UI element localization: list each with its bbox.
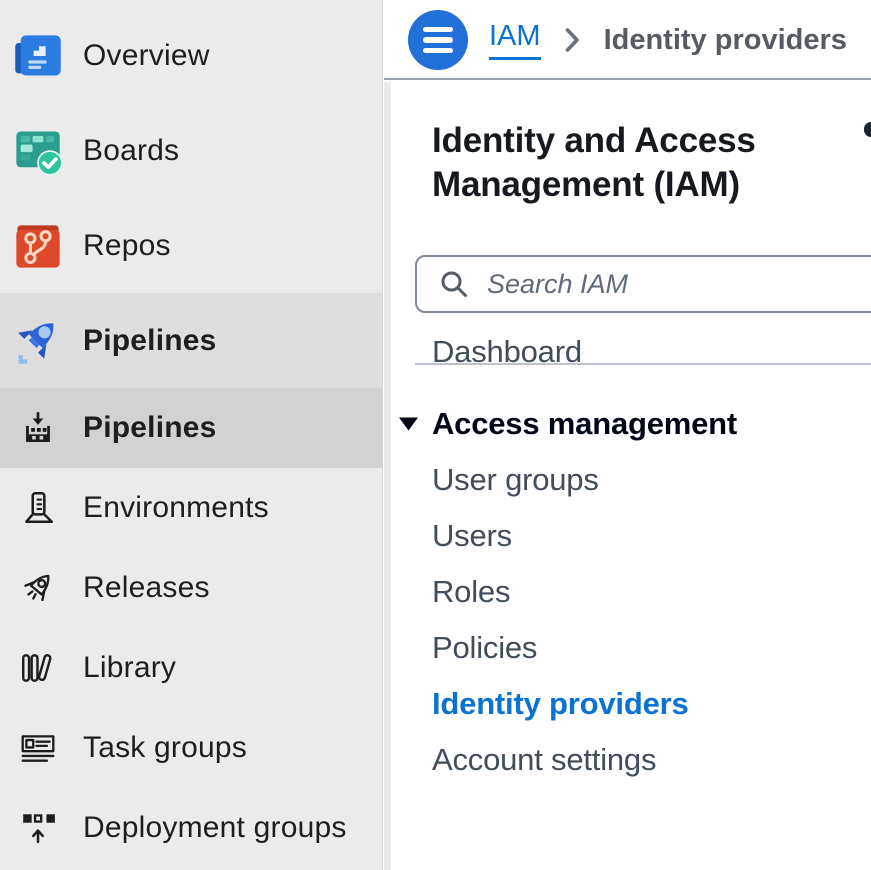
console-header: IAM Identity providers (384, 0, 871, 80)
nav-section-access-management[interactable]: Access management (384, 396, 871, 452)
deployment-groups-icon (6, 809, 70, 847)
triangle-down-icon (398, 416, 419, 432)
sidebar-item-pipelines-selected[interactable]: Pipelines (0, 388, 382, 468)
nav-item-roles[interactable]: Roles (384, 564, 871, 620)
app-window: Overview Boards (0, 0, 871, 870)
pipelines-build-icon (6, 409, 70, 447)
sidebar-item-label: Task groups (83, 731, 247, 765)
nav-item-identity-providers[interactable]: Identity providers (384, 676, 871, 732)
sidebar-item-deployment-groups[interactable]: Deployment groups (0, 788, 382, 868)
sidebar-item-pipelines[interactable]: Pipelines (0, 293, 382, 388)
nav-item-account-settings[interactable]: Account settings (384, 732, 871, 788)
iam-console-panel: IAM Identity providers Identity and Acce… (384, 0, 871, 870)
releases-icon (6, 569, 70, 607)
project-sidebar: Overview Boards (0, 0, 383, 870)
task-groups-icon (6, 729, 70, 767)
breadcrumb-iam-link[interactable]: IAM (489, 20, 541, 60)
sidebar-item-label: Library (83, 651, 176, 685)
iam-nav-panel: Identity and Access Management (IAM) Das… (384, 82, 871, 870)
sidebar-item-label: Environments (83, 491, 269, 525)
sidebar-item-releases[interactable]: Releases (0, 548, 382, 628)
boards-icon (6, 125, 70, 177)
nav-item-users[interactable]: Users (384, 508, 871, 564)
sidebar-item-label: Deployment groups (83, 811, 347, 845)
sidebar-item-label: Repos (83, 229, 171, 263)
sidebar-item-repos[interactable]: Repos (0, 198, 382, 293)
breadcrumb: IAM Identity providers (489, 0, 847, 80)
iam-nav-list: Dashboard Access management User groups … (384, 324, 871, 788)
search-box[interactable] (415, 255, 871, 313)
overview-icon (6, 30, 70, 82)
menu-button[interactable] (408, 10, 468, 70)
sidebar-item-label: Pipelines (83, 411, 217, 445)
page-title: Identity and Access Management (IAM) (432, 119, 756, 207)
chevron-right-icon (565, 27, 580, 53)
repos-icon (6, 220, 70, 272)
sidebar-item-overview[interactable]: Overview (0, 8, 382, 103)
hamburger-icon (423, 27, 453, 33)
environments-icon (6, 489, 70, 527)
nav-item-user-groups[interactable]: User groups (384, 452, 871, 508)
search-icon (439, 269, 469, 299)
sidebar-item-label: Boards (83, 134, 179, 168)
library-icon (6, 649, 70, 687)
search-input[interactable] (487, 269, 871, 300)
breadcrumb-current: Identity providers (604, 24, 847, 57)
sidebar-item-label: Overview (83, 39, 210, 73)
nav-item-dashboard[interactable]: Dashboard (384, 324, 871, 380)
sidebar-item-label: Pipelines (83, 324, 217, 358)
nav-item-policies[interactable]: Policies (384, 620, 871, 676)
sidebar-item-task-groups[interactable]: Task groups (0, 708, 382, 788)
sidebar-item-environments[interactable]: Environments (0, 468, 382, 548)
close-icon[interactable] (864, 122, 871, 137)
pipelines-rocket-icon (6, 315, 70, 367)
sidebar-item-library[interactable]: Library (0, 628, 382, 708)
sidebar-item-label: Releases (83, 571, 210, 605)
sidebar-item-boards[interactable]: Boards (0, 103, 382, 198)
